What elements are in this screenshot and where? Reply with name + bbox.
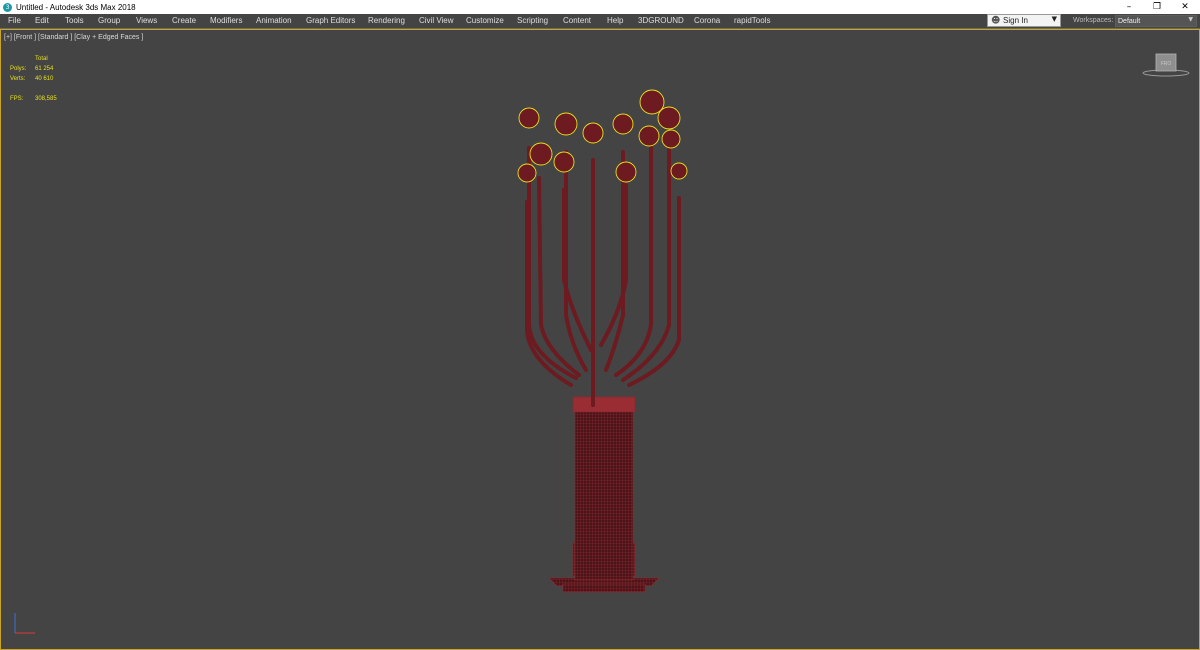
sign-in-label: Sign In (1003, 16, 1028, 25)
main-column (574, 399, 634, 581)
column-collar (572, 396, 636, 413)
workspaces-label: Workspaces: (1073, 17, 1114, 24)
axis-tripod (14, 613, 35, 634)
bulb-8 (553, 151, 575, 173)
menu-content[interactable]: Content (563, 16, 591, 26)
candelabra-model[interactable] (1, 30, 1199, 649)
bulb-13 (670, 162, 688, 180)
sign-in-dropdown[interactable]: ☻ Sign In ▼ (987, 14, 1061, 27)
bulb-7 (529, 142, 553, 166)
window-title: Untitled - Autodesk 3ds Max 2018 (16, 2, 136, 12)
bulb-11 (517, 163, 537, 183)
menu-edit[interactable]: Edit (35, 16, 49, 26)
stem-7 (604, 150, 625, 372)
bulb-12 (615, 161, 637, 183)
bulb-2 (554, 112, 578, 136)
chevron-down-icon: ▼ (1188, 16, 1193, 23)
bulb-3 (582, 122, 604, 144)
person-icon: ☻ (991, 16, 1001, 26)
menu-help[interactable]: Help (607, 16, 623, 26)
menu-views[interactable]: Views (136, 16, 157, 26)
menu-file[interactable]: File (8, 16, 21, 26)
chevron-down-icon: ▼ (1051, 15, 1057, 23)
close-button[interactable]: ✕ (1170, 0, 1200, 14)
menu-group[interactable]: Group (98, 16, 120, 26)
bulb-4 (612, 113, 634, 135)
bulb-1 (518, 107, 540, 129)
bulb-5 (639, 89, 665, 115)
bulb-9 (638, 125, 660, 147)
menu-graph-editors[interactable]: Graph Editors (306, 16, 355, 26)
minimize-button[interactable]: – (1114, 0, 1144, 14)
restore-button[interactable]: ❐ (1142, 0, 1172, 14)
menu-rendering[interactable]: Rendering (368, 16, 405, 26)
menu-create[interactable]: Create (172, 16, 196, 26)
front-viewport[interactable]: [+] [Front ] [Standard ] [Clay + Edged F… (0, 29, 1200, 650)
title-bar: 3 Untitled - Autodesk 3ds Max 2018 – ❐ ✕ (0, 0, 1200, 14)
bulb-10 (661, 129, 681, 149)
menu-civil-view[interactable]: Civil View (419, 16, 454, 26)
workspaces-value: Default (1118, 18, 1141, 25)
menu-3dground[interactable]: 3DGROUND (638, 16, 684, 26)
bulb-6 (657, 106, 681, 130)
bulbs (517, 89, 688, 183)
menu-animation[interactable]: Animation (256, 16, 292, 26)
menu-scripting[interactable]: Scripting (517, 16, 548, 26)
base-foot (562, 583, 646, 593)
menu-customize[interactable]: Customize (466, 16, 504, 26)
workspaces-select[interactable]: Default ▼ (1115, 15, 1197, 27)
menu-corona[interactable]: Corona (694, 16, 720, 26)
menu-rapidtools[interactable]: rapidTools (734, 16, 770, 26)
app-logo-icon: 3 (3, 2, 12, 12)
menu-tools[interactable]: Tools (65, 16, 84, 26)
stem-1 (527, 146, 578, 380)
menu-modifiers[interactable]: Modifiers (210, 16, 242, 26)
